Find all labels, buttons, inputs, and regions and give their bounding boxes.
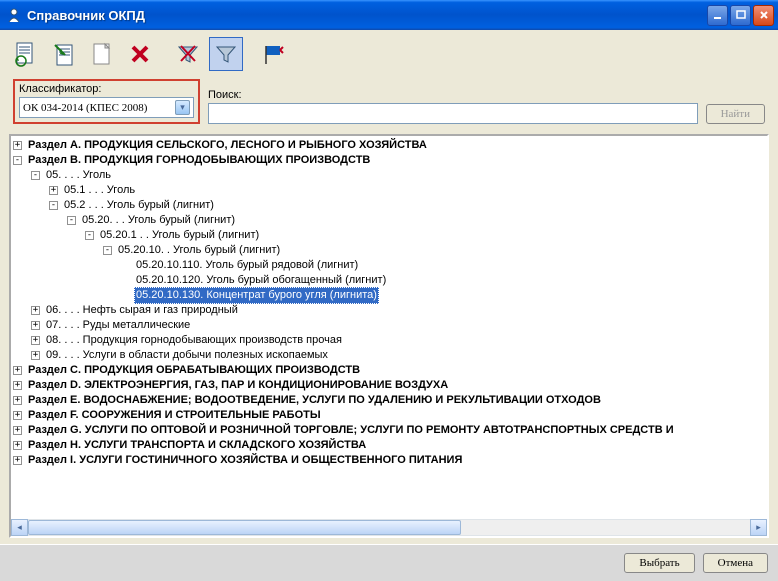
tree-node-label: 07. . . . Руды металлические [44,318,192,333]
tree-node[interactable]: + Раздел H. УСЛУГИ ТРАНСПОРТА И СКЛАДСКОГ… [13,438,765,453]
toolbar-filter[interactable] [209,37,243,71]
tree-node-label: Раздел H. УСЛУГИ ТРАНСПОРТА И СКЛАДСКОГО… [26,438,368,453]
app-icon [6,7,22,23]
tree-node-label: 05.20.1 . . Уголь бурый (лигнит) [98,228,261,243]
tree-node[interactable]: +08. . . . Продукция горнодобывающих про… [13,333,765,348]
tree-node-label: 05.20.10. . Уголь бурый (лигнит) [116,243,282,258]
tree-node-label: Раздел D. ЭЛЕКТРОЭНЕРГИЯ, ГАЗ, ПАР И КОН… [26,378,450,393]
tree-node-label: 05.1 . . . Уголь [62,183,137,198]
tree-node-label: Раздел E. ВОДОСНАБЖЕНИЕ; ВОДООТВЕДЕНИЕ, … [26,393,603,408]
close-button[interactable] [753,5,774,26]
tree-node[interactable]: +09. . . . Услуги в области добычи полез… [13,348,765,363]
toolbar-refresh-page[interactable] [9,37,43,71]
expand-icon[interactable]: + [49,186,58,195]
tree-node[interactable]: + Раздел A. ПРОДУКЦИЯ СЕЛЬСКОГО, ЛЕСНОГО … [13,138,765,153]
tree-node-label: Раздел C. ПРОДУКЦИЯ ОБРАБАТЫВАЮЩИХ ПРОИЗ… [26,363,362,378]
classifier-value: ОК 034-2014 (КПЕС 2008) [23,102,147,114]
tree[interactable]: + Раздел A. ПРОДУКЦИЯ СЕЛЬСКОГО, ЛЕСНОГО … [11,136,767,519]
toolbar-flag[interactable] [257,37,291,71]
expand-icon[interactable]: + [13,396,22,405]
expand-icon[interactable]: + [13,441,22,450]
toolbar-new[interactable] [85,37,119,71]
titlebar: Справочник ОКПД [0,0,778,30]
tree-node[interactable]: + Раздел G. УСЛУГИ ПО ОПТОВОЙ И РОЗНИЧНОЙ… [13,423,765,438]
classifier-highlight: Классификатор: ОК 034-2014 (КПЕС 2008) ▾ [13,79,200,124]
tree-node[interactable]: 05.20.10.110. Уголь бурый рядовой (лигни… [13,258,765,273]
tree-node[interactable]: + Раздел I. УСЛУГИ ГОСТИНИЧНОГО ХОЗЯЙСТВА… [13,453,765,468]
expand-icon[interactable]: + [31,336,40,345]
tree-node[interactable]: 05.20.10.130. Концентрат бурого угля (ли… [13,288,765,303]
expand-icon[interactable]: + [13,381,22,390]
collapse-icon[interactable]: - [13,156,22,165]
tree-node[interactable]: -05.2 . . . Уголь бурый (лигнит) [13,198,765,213]
tree-node-label: 05. . . . Уголь [44,168,113,183]
tree-node[interactable]: 05.20.10.120. Уголь бурый обогащенный (л… [13,273,765,288]
collapse-icon[interactable]: - [85,231,94,240]
tree-node-label: 05.20.10.130. Концентрат бурого угля (ли… [134,287,379,304]
tree-node-label: Раздел A. ПРОДУКЦИЯ СЕЛЬСКОГО, ЛЕСНОГО И… [26,138,429,153]
scroll-right-button[interactable]: ▸ [750,519,767,536]
chevron-down-icon: ▾ [175,100,190,115]
tree-node[interactable]: +05.1 . . . Уголь [13,183,765,198]
tree-node[interactable]: + Раздел F. СООРУЖЕНИЯ И СТРОИТЕЛЬНЫЕ РАБ… [13,408,765,423]
tree-panel: + Раздел A. ПРОДУКЦИЯ СЕЛЬСКОГО, ЛЕСНОГО … [9,134,769,538]
collapse-icon[interactable]: - [67,216,76,225]
expand-icon[interactable]: + [13,366,22,375]
classifier-label: Классификатор: [19,83,194,95]
tree-node[interactable]: +06. . . . Нефть сырая и газ природный [13,303,765,318]
tree-node[interactable]: -05. . . . Уголь [13,168,765,183]
classifier-select[interactable]: ОК 034-2014 (КПЕС 2008) ▾ [19,97,194,118]
tree-node[interactable]: -05.20.1 . . Уголь бурый (лигнит) [13,228,765,243]
toolbar [3,33,775,75]
tree-node-label: 09. . . . Услуги в области добычи полезн… [44,348,330,363]
expand-icon[interactable]: + [31,321,40,330]
tree-node-label: 05.20.10.110. Уголь бурый рядовой (лигни… [134,258,360,273]
tree-node-label: 05.20. . . Уголь бурый (лигнит) [80,213,237,228]
collapse-icon[interactable]: - [103,246,112,255]
expand-icon[interactable]: + [13,141,22,150]
cancel-button[interactable]: Отмена [703,553,768,573]
tree-node-label: Раздел I. УСЛУГИ ГОСТИНИЧНОГО ХОЗЯЙСТВА … [26,453,464,468]
tree-node-label: Раздел F. СООРУЖЕНИЯ И СТРОИТЕЛЬНЫЕ РАБО… [26,408,323,423]
scroll-track[interactable] [28,519,750,536]
expand-icon[interactable]: + [13,411,22,420]
search-input[interactable] [208,103,698,124]
find-button[interactable]: Найти [706,104,765,124]
tree-node[interactable]: -05.20.10. . Уголь бурый (лигнит) [13,243,765,258]
tree-node[interactable]: + Раздел E. ВОДОСНАБЖЕНИЕ; ВОДООТВЕДЕНИЕ,… [13,393,765,408]
minimize-button[interactable] [707,5,728,26]
tree-node-label: 05.20.10.120. Уголь бурый обогащенный (л… [134,273,388,288]
expand-icon[interactable]: + [31,351,40,360]
select-button[interactable]: Выбрать [624,553,694,573]
expand-icon[interactable]: + [31,306,40,315]
tree-node[interactable]: + Раздел C. ПРОДУКЦИЯ ОБРАБАТЫВАЮЩИХ ПРОИ… [13,363,765,378]
tree-node[interactable]: + Раздел D. ЭЛЕКТРОЭНЕРГИЯ, ГАЗ, ПАР И КО… [13,378,765,393]
tree-node-label: 08. . . . Продукция горнодобывающих прои… [44,333,344,348]
collapse-icon[interactable]: - [31,171,40,180]
toolbar-delete[interactable] [123,37,157,71]
tree-node-label: Раздел G. УСЛУГИ ПО ОПТОВОЙ И РОЗНИЧНОЙ … [26,423,676,438]
tree-node[interactable]: +07. . . . Руды металлические [13,318,765,333]
search-label: Поиск: [208,89,698,101]
expand-icon[interactable]: + [13,426,22,435]
tree-node-label: Раздел B. ПРОДУКЦИЯ ГОРНОДОБЫВАЮЩИХ ПРОИ… [26,153,372,168]
window-title: Справочник ОКПД [27,8,707,23]
tree-node[interactable]: -05.20. . . Уголь бурый (лигнит) [13,213,765,228]
tree-node-label: 05.2 . . . Уголь бурый (лигнит) [62,198,216,213]
tree-node[interactable]: -Раздел B. ПРОДУКЦИЯ ГОРНОДОБЫВАЮЩИХ ПРО… [13,153,765,168]
scroll-thumb[interactable] [28,520,461,535]
toolbar-filter-off[interactable] [171,37,205,71]
toolbar-export[interactable] [47,37,81,71]
horizontal-scrollbar[interactable]: ◂ ▸ [11,519,767,536]
expand-icon[interactable]: + [13,456,22,465]
bottom-bar: Выбрать Отмена [0,544,778,581]
maximize-button[interactable] [730,5,751,26]
scroll-left-button[interactable]: ◂ [11,519,28,536]
tree-node-label: 06. . . . Нефть сырая и газ природный [44,303,240,318]
collapse-icon[interactable]: - [49,201,58,210]
